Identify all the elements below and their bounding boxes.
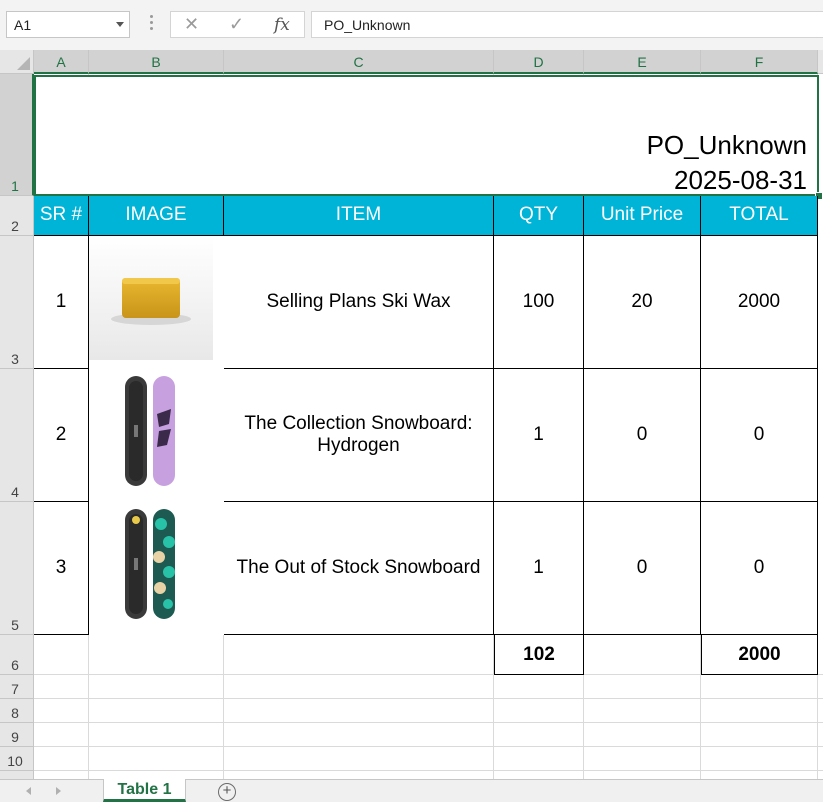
worksheet-grid: A B C D E F 1 2 3 4 5 6 7 8 9 10 11 PO_U…: [0, 50, 823, 779]
sr-cell[interactable]: 1: [34, 236, 89, 369]
formula-buttons: ✕ ✓ fx: [170, 11, 305, 38]
sheet-tab-bar: Table 1 +: [0, 779, 823, 802]
row-header-9[interactable]: 9: [0, 723, 34, 747]
ski-wax-image: [89, 236, 213, 360]
select-all-button[interactable]: [0, 50, 34, 74]
qty-cell[interactable]: 100: [494, 236, 584, 369]
header-item[interactable]: ITEM: [224, 196, 494, 236]
unit-price-cell[interactable]: 20: [584, 236, 701, 369]
snowboard-out-of-stock-image: [89, 502, 213, 626]
item-cell[interactable]: The Collection Snowboard: Hydrogen: [224, 369, 494, 502]
sr-cell[interactable]: 2: [34, 369, 89, 502]
total-cell[interactable]: 0: [701, 502, 818, 635]
header-unit-price[interactable]: Unit Price: [584, 196, 701, 236]
sr-cell[interactable]: 3: [34, 502, 89, 635]
total-cell[interactable]: 2000: [701, 236, 818, 369]
name-box[interactable]: A1: [6, 11, 130, 38]
row-header-8[interactable]: 8: [0, 699, 34, 723]
column-header-g[interactable]: [818, 50, 823, 74]
more-options-icon: [150, 15, 153, 33]
image-cell[interactable]: [89, 236, 224, 369]
qty-cell[interactable]: 1: [494, 369, 584, 502]
po-date: 2025-08-31: [674, 165, 807, 195]
unit-price-cell[interactable]: 0: [584, 502, 701, 635]
enter-icon[interactable]: ✓: [229, 14, 244, 35]
qty-cell[interactable]: 1: [494, 502, 584, 635]
formula-bar: A1 ✕ ✓ fx PO_Unknown: [0, 0, 823, 50]
grand-total-cell[interactable]: 2000: [701, 635, 818, 675]
previous-sheet-icon[interactable]: [26, 787, 31, 795]
row-header-10[interactable]: 10: [0, 747, 34, 771]
total-qty-cell[interactable]: 102: [494, 635, 584, 675]
formula-input[interactable]: PO_Unknown: [311, 11, 823, 38]
column-header-c[interactable]: C: [224, 50, 494, 74]
unit-price-cell[interactable]: 0: [584, 369, 701, 502]
insert-function-icon[interactable]: fx: [274, 15, 290, 35]
sheet-tab-table-1[interactable]: Table 1: [103, 779, 186, 802]
column-header-f[interactable]: F: [701, 50, 818, 74]
row-header-5[interactable]: 5: [0, 502, 34, 635]
image-cell[interactable]: [89, 369, 224, 502]
name-box-value: A1: [14, 17, 32, 33]
add-sheet-icon[interactable]: +: [218, 783, 236, 801]
next-sheet-icon[interactable]: [56, 787, 61, 795]
column-header-d[interactable]: D: [494, 50, 584, 74]
header-sr[interactable]: SR #: [34, 196, 89, 236]
column-header-a[interactable]: A: [34, 50, 89, 74]
row-header-4[interactable]: 4: [0, 369, 34, 502]
row-header-7[interactable]: 7: [0, 675, 34, 699]
row-header-11[interactable]: 11: [0, 771, 34, 779]
row-header-2[interactable]: 2: [0, 196, 34, 236]
sheet-tab-label: Table 1: [117, 781, 172, 798]
row-header-6[interactable]: 6: [0, 635, 34, 675]
formula-text: PO_Unknown: [324, 17, 411, 33]
column-header-e[interactable]: E: [584, 50, 701, 74]
snowboard-hydrogen-image: [89, 369, 213, 493]
column-header-b[interactable]: B: [89, 50, 224, 74]
item-cell[interactable]: Selling Plans Ski Wax: [224, 236, 494, 369]
row-header-1[interactable]: 1: [0, 74, 34, 196]
chevron-down-icon[interactable]: [116, 22, 124, 27]
image-cell[interactable]: [89, 502, 224, 635]
item-cell[interactable]: The Out of Stock Snowboard: [224, 502, 494, 635]
header-image[interactable]: IMAGE: [89, 196, 224, 236]
header-qty[interactable]: QTY: [494, 196, 584, 236]
header-total[interactable]: TOTAL: [701, 196, 818, 236]
title-cell-a1[interactable]: PO_Unknown 2025-08-31: [34, 75, 819, 196]
total-cell[interactable]: 0: [701, 369, 818, 502]
po-title: PO_Unknown: [646, 130, 807, 160]
row-header-3[interactable]: 3: [0, 236, 34, 369]
cancel-icon[interactable]: ✕: [184, 14, 199, 35]
